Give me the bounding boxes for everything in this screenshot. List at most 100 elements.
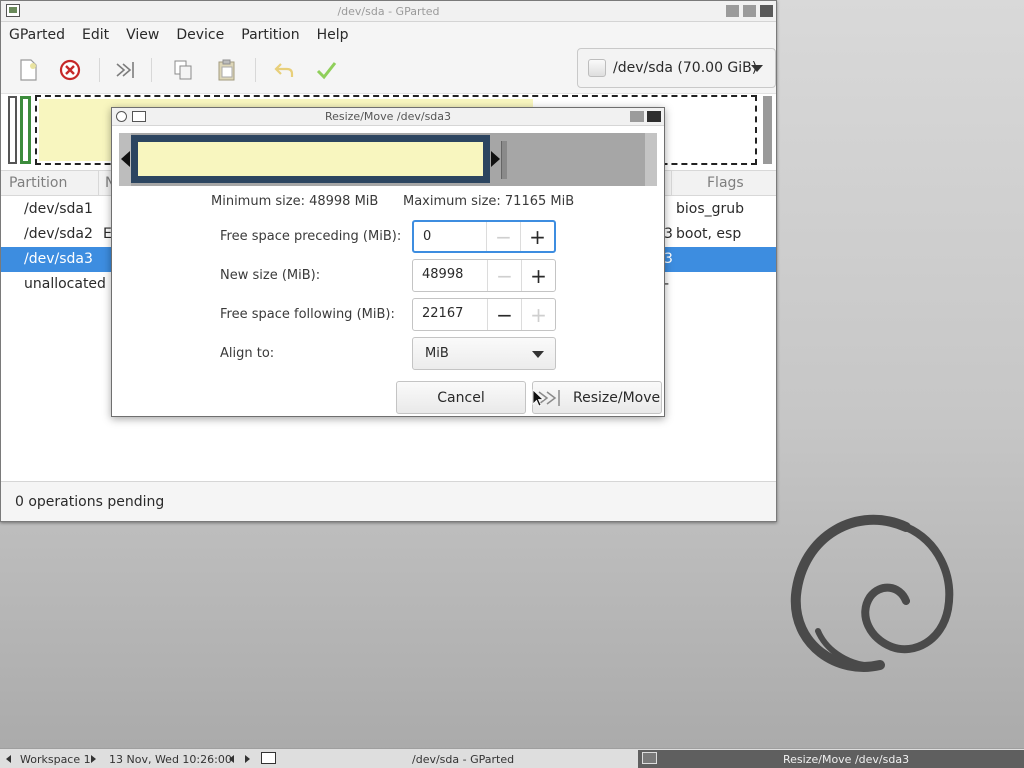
new-size-value[interactable]: 48998 [422, 267, 463, 282]
cancel-button[interactable]: Cancel [396, 381, 526, 414]
free-space-following-value[interactable]: 22167 [422, 306, 463, 321]
task-resize-move-active[interactable]: Resize/Move /dev/sda3 [638, 750, 1024, 768]
align-to-label: Align to: [220, 346, 275, 361]
resizer-partition-block[interactable] [131, 135, 490, 183]
plus-icon[interactable]: + [520, 222, 554, 251]
toolbar-separator [255, 58, 256, 82]
menu-gparted[interactable]: GParted [9, 27, 65, 43]
task-gparted[interactable]: /dev/sda - GParted [412, 753, 514, 766]
plus-icon[interactable]: + [521, 299, 555, 330]
dialog-menu-icon[interactable] [116, 111, 127, 122]
free-space-preceding-spinner[interactable]: 0 − + [412, 220, 556, 253]
minus-icon[interactable]: − [487, 299, 521, 330]
minus-icon[interactable]: − [486, 222, 520, 251]
toolbar-separator [99, 58, 100, 82]
copy-button[interactable] [169, 56, 197, 84]
chevron-down-icon [532, 351, 544, 358]
free-space-following-spinner[interactable]: 22167 − + [412, 298, 556, 331]
paste-button[interactable] [213, 56, 241, 84]
toolbar-separator [151, 58, 152, 82]
device-selector-label: /dev/sda (70.00 GiB) [613, 60, 758, 76]
minus-icon[interactable]: − [487, 260, 521, 291]
new-partition-button[interactable] [14, 56, 42, 84]
menu-help[interactable]: Help [317, 27, 349, 43]
delete-partition-button[interactable] [56, 56, 84, 84]
free-space-preceding-label: Free space preceding (MiB): [220, 229, 402, 244]
free-space-following-label: Free space following (MiB): [220, 307, 395, 322]
menu-edit[interactable]: Edit [82, 27, 109, 43]
resize-move-dialog: Resize/Move /dev/sda3 Minimum size: 4899… [111, 107, 665, 417]
row-partition: /dev/sda3 [24, 251, 93, 267]
diskmap-sda2[interactable] [20, 96, 31, 164]
prev-task-icon[interactable] [229, 755, 234, 763]
menu-view[interactable]: View [126, 27, 159, 43]
disk-icon [588, 59, 606, 77]
menu-partition[interactable]: Partition [241, 27, 299, 43]
gparted-task-icon [261, 752, 276, 764]
undo-icon [274, 63, 294, 77]
delete-icon [59, 59, 81, 81]
column-flags[interactable]: Flags [707, 175, 744, 191]
copy-icon [174, 60, 192, 80]
next-workspace-icon[interactable] [91, 755, 96, 763]
resize-move-icon [116, 62, 134, 78]
partition-resizer[interactable] [119, 133, 657, 186]
close-button[interactable] [760, 5, 773, 17]
next-task-icon[interactable] [245, 755, 250, 763]
new-size-spinner[interactable]: 48998 − + [412, 259, 556, 292]
device-selector[interactable]: /dev/sda (70.00 GiB) [577, 48, 776, 88]
taskbar: Workspace 1 13 Nov, Wed 10:26:00 /dev/sd… [0, 748, 1024, 768]
menu-device[interactable]: Device [176, 27, 224, 43]
row-flags: bios_grub [676, 201, 745, 217]
align-to-value: MiB [425, 346, 449, 361]
diskmap-sda1[interactable] [8, 96, 17, 164]
window-title: /dev/sda - GParted [337, 5, 440, 18]
right-resize-handle-icon[interactable] [491, 151, 500, 167]
row-right: 3 [664, 251, 673, 267]
minimize-button[interactable] [630, 111, 644, 122]
row-partition: /dev/sda2 [24, 226, 93, 242]
operations-pending: 0 operations pending [15, 494, 165, 510]
free-space-preceding-value[interactable]: 0 [423, 229, 431, 244]
resizer-min-marker [501, 141, 507, 179]
window-titlebar[interactable]: /dev/sda - GParted [1, 1, 776, 22]
task-resize-move-label: Resize/Move /dev/sda3 [783, 753, 910, 766]
minimize-button[interactable] [726, 5, 739, 17]
maximum-size-label: Maximum size: 71165 MiB [403, 194, 575, 209]
diskmap-unallocated[interactable] [763, 96, 772, 164]
checkmark-icon [316, 62, 337, 80]
undo-button[interactable] [270, 56, 298, 84]
dialog-titlebar[interactable]: Resize/Move /dev/sda3 [112, 108, 664, 126]
resizer-partition-used [138, 142, 483, 176]
minimum-size-label: Minimum size: 48998 MiB [211, 194, 379, 209]
plus-icon[interactable]: + [521, 260, 555, 291]
left-resize-handle-icon[interactable] [121, 151, 130, 167]
workspace-label[interactable]: Workspace 1 [20, 753, 91, 766]
close-button[interactable] [647, 111, 661, 122]
resize-move-toolbar-button[interactable] [112, 56, 140, 84]
align-to-select[interactable]: MiB [412, 337, 556, 370]
row-flags: boot, esp [676, 226, 742, 242]
column-divider [671, 171, 672, 195]
mouse-cursor-icon [532, 389, 544, 407]
resize-move-button[interactable]: Resize/Move [532, 381, 662, 414]
apply-button[interactable] [312, 56, 340, 84]
status-bar: 0 operations pending [1, 481, 776, 521]
menubar: GParted Edit View Device Partition Help [1, 22, 776, 48]
prev-workspace-icon[interactable] [6, 755, 11, 763]
debian-swirl-logo [790, 514, 954, 672]
dialog-title: Resize/Move /dev/sda3 [324, 110, 452, 123]
gparted-task-icon [642, 752, 657, 764]
gparted-app-icon [132, 111, 146, 122]
new-size-label: New size (MiB): [220, 268, 321, 283]
maximize-button[interactable] [743, 5, 756, 17]
cancel-button-label: Cancel [437, 389, 485, 406]
column-partition[interactable]: Partition [9, 175, 67, 191]
paste-icon [218, 59, 235, 81]
chevron-down-icon [751, 65, 763, 72]
row-partition: /dev/sda1 [24, 201, 93, 217]
clock[interactable]: 13 Nov, Wed 10:26:00 [109, 753, 232, 766]
gparted-app-icon [6, 4, 20, 17]
resizer-end-strip [645, 133, 657, 186]
column-divider [98, 171, 99, 195]
